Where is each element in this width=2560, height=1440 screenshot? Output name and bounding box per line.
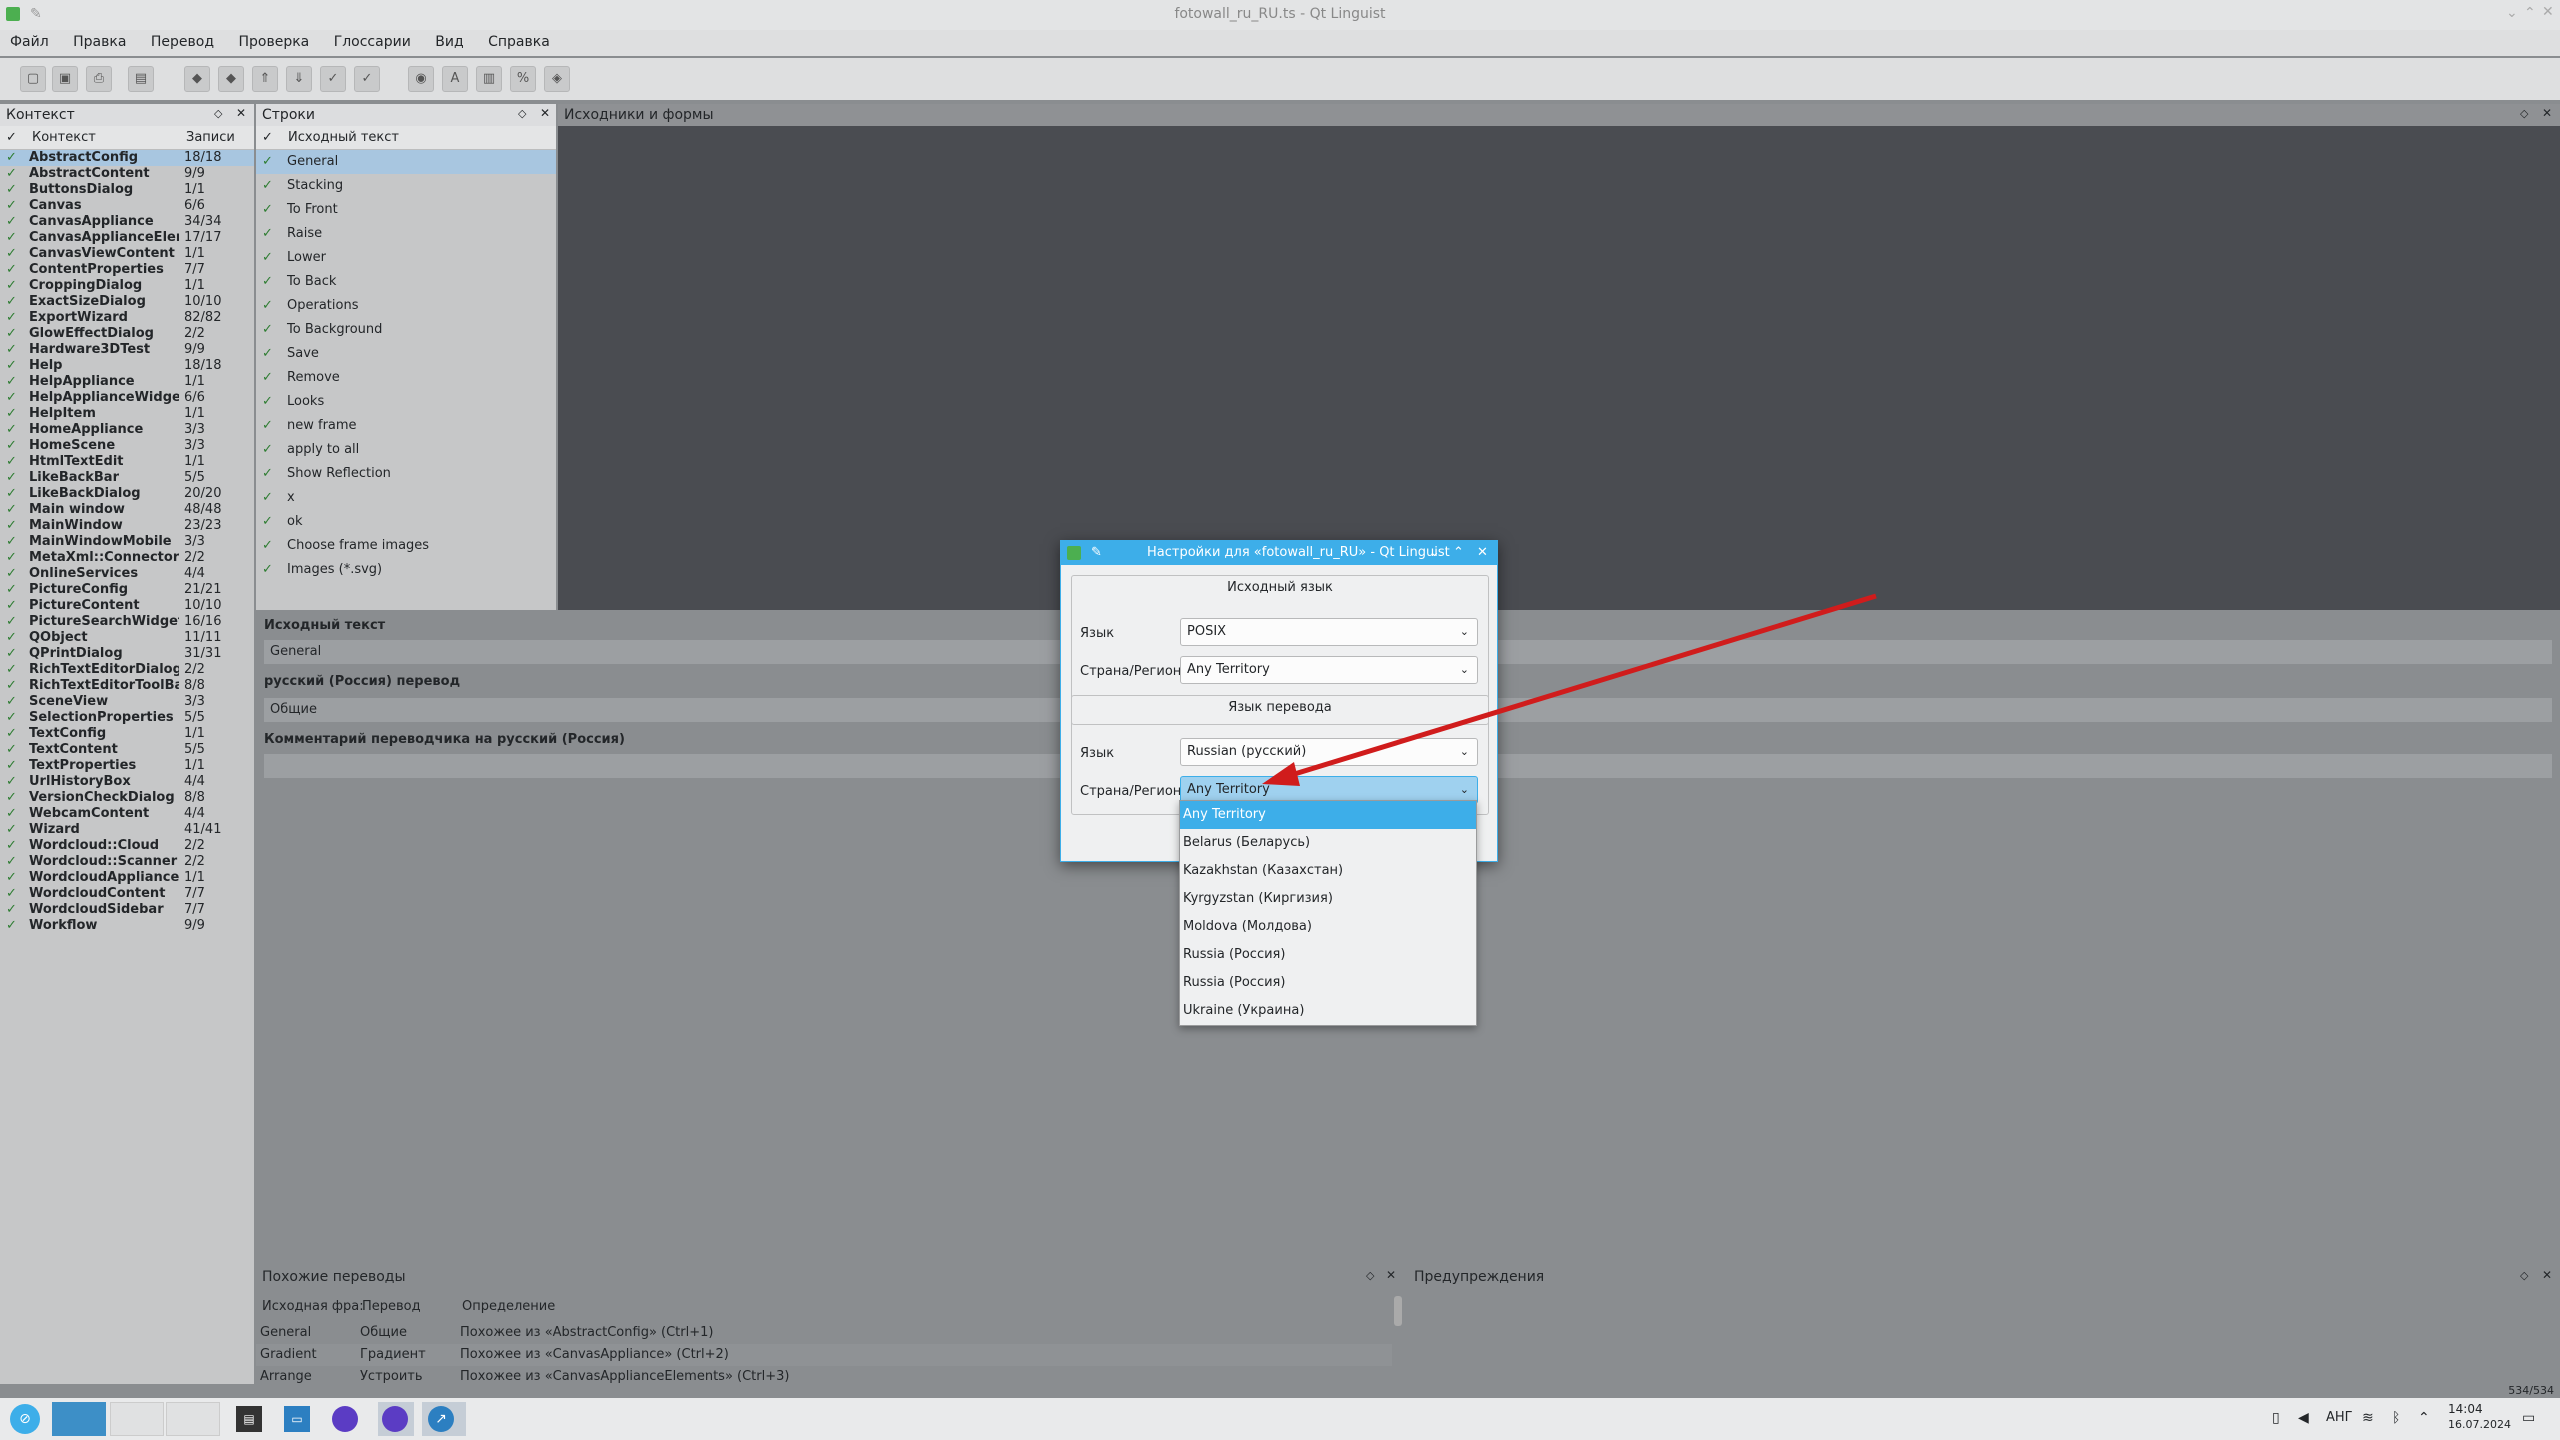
firefox-icon[interactable]: [332, 1406, 358, 1432]
wifi-icon[interactable]: ≋: [2362, 1410, 2374, 1426]
desktop-pager-3[interactable]: [166, 1402, 220, 1436]
volume-icon[interactable]: ◀: [2298, 1410, 2309, 1426]
clock-time[interactable]: 14:04: [2448, 1402, 2483, 1416]
keyboard-layout[interactable]: АНГ: [2326, 1410, 2353, 1425]
clock-date[interactable]: 16.07.2024: [2448, 1418, 2511, 1431]
linguist-icon: ↗: [428, 1406, 454, 1432]
arrow-shaft: [1287, 593, 1877, 779]
annotation-arrow: [1262, 593, 1877, 786]
bluetooth-icon[interactable]: ᛒ: [2392, 1410, 2400, 1426]
show-desktop-icon[interactable]: ▭: [2522, 1410, 2535, 1426]
clipboard-icon[interactable]: ▯: [2272, 1410, 2280, 1426]
arrow-head: [1262, 762, 1300, 786]
app-launcher-icon[interactable]: ⊘: [10, 1404, 40, 1434]
file-manager-icon[interactable]: ▭: [284, 1406, 310, 1432]
terminal-icon[interactable]: ▤: [236, 1406, 262, 1432]
taskbar: ⊘ ▤ ▭ ↗ ▯ ◀ АНГ ≋ ᛒ ⌃ 14:04 16.07.2024 ▭: [0, 1398, 2560, 1440]
tray-expand-icon[interactable]: ⌃: [2418, 1410, 2430, 1426]
desktop-pager-1[interactable]: [52, 1402, 106, 1436]
firefox-icon: [382, 1406, 408, 1432]
desktop-pager-2[interactable]: [110, 1402, 164, 1436]
